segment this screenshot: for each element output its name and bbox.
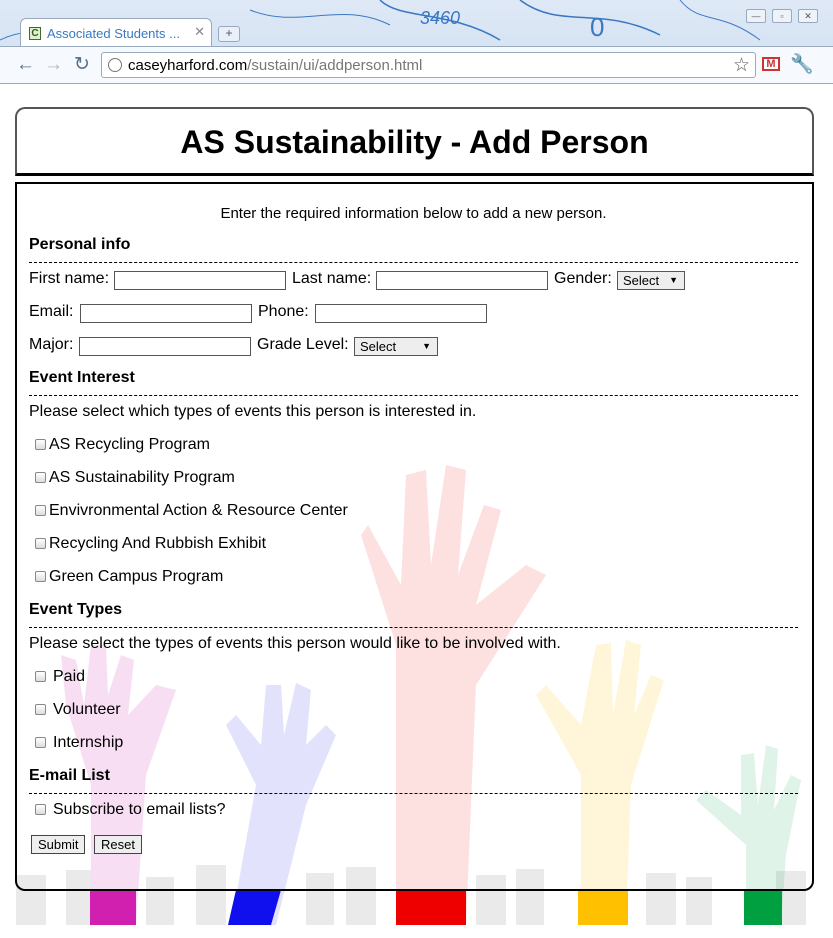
checkbox-label: Paid xyxy=(53,668,86,685)
phone-label: Phone: xyxy=(258,303,309,320)
back-icon[interactable]: ← xyxy=(16,55,35,75)
last-name-label: Last name: xyxy=(292,270,372,287)
dropdown-arrow-icon: ▼ xyxy=(669,275,678,285)
globe-icon xyxy=(108,58,122,72)
checkbox-label: Green Campus Program xyxy=(49,568,224,585)
svg-text:3460: 3460 xyxy=(420,8,460,28)
gender-select[interactable]: Select ▼ xyxy=(617,271,685,290)
checkbox-label: Recycling And Rubbish Exhibit xyxy=(49,535,267,552)
browser-toolbar: ← → ↻ caseyharford.com/sustain/ui/addper… xyxy=(0,46,833,83)
favicon-icon: C xyxy=(29,27,41,40)
browser-tab[interactable]: C Associated Students ... ✕ xyxy=(20,18,212,46)
checkbox-volunteer[interactable] xyxy=(35,704,46,715)
grade-level-select[interactable]: Select ▼ xyxy=(354,337,438,356)
checkbox-label: AS Sustainability Program xyxy=(49,469,235,486)
checkbox-label: AS Recycling Program xyxy=(49,436,210,453)
checkbox-action-resource-center[interactable] xyxy=(35,505,46,516)
divider xyxy=(29,395,798,396)
section-personal-info: Personal info xyxy=(29,236,131,253)
checkbox-label: Subscribe to email lists? xyxy=(53,801,226,818)
checkbox-sustainability-program[interactable] xyxy=(35,472,46,483)
section-email-list: E-mail List xyxy=(29,767,110,784)
checkbox-internship[interactable] xyxy=(35,737,46,748)
first-name-input[interactable] xyxy=(114,271,286,290)
intro-text: Enter the required information below to … xyxy=(220,205,607,222)
checkbox-label: Internship xyxy=(53,734,124,751)
email-input[interactable] xyxy=(80,304,252,323)
divider xyxy=(29,627,798,628)
tab-close-icon[interactable]: ✕ xyxy=(194,24,205,40)
event-types-description: Please select the types of events this p… xyxy=(29,635,561,652)
forward-icon[interactable]: → xyxy=(44,55,63,75)
checkbox-label: Envivronmental Action & Resource Center xyxy=(49,502,348,519)
browser-chrome: 3460 0 C Associated Students ... ✕ + — ▫… xyxy=(0,0,833,84)
url-text: caseyharford.com/sustain/ui/addperson.ht… xyxy=(128,57,423,74)
svg-text:0: 0 xyxy=(590,12,604,42)
star-icon[interactable]: ☆ xyxy=(733,54,750,77)
first-name-label: First name: xyxy=(29,270,110,287)
checkbox-subscribe[interactable] xyxy=(35,804,46,815)
page-content: AS Sustainability - Add Person Enter the… xyxy=(6,85,821,925)
checkbox-recycling-program[interactable] xyxy=(35,439,46,450)
grade-level-label: Grade Level: xyxy=(257,336,349,353)
grade-select-value: Select xyxy=(360,339,397,354)
email-label: Email: xyxy=(29,303,74,320)
divider xyxy=(29,262,798,263)
gmail-icon[interactable]: M xyxy=(762,57,780,71)
checkbox-label: Volunteer xyxy=(53,701,121,718)
gender-select-value: Select xyxy=(623,273,660,288)
maximize-icon[interactable]: ▫ xyxy=(772,9,792,23)
hand-color-band xyxy=(90,890,136,925)
window-close-icon[interactable]: ✕ xyxy=(798,9,818,23)
submit-button[interactable]: Submit xyxy=(31,835,86,854)
checkbox-paid[interactable] xyxy=(35,671,46,682)
address-bar[interactable]: caseyharford.com/sustain/ui/addperson.ht… xyxy=(101,52,756,78)
divider xyxy=(29,793,798,794)
wrench-icon[interactable]: 🔧 xyxy=(790,52,814,76)
tab-title: Associated Students ... xyxy=(47,26,180,41)
dropdown-arrow-icon: ▼ xyxy=(422,341,431,351)
last-name-input[interactable] xyxy=(376,271,548,290)
major-label: Major: xyxy=(29,336,74,353)
gender-label: Gender: xyxy=(554,270,612,287)
major-input[interactable] xyxy=(79,337,251,356)
reload-icon[interactable]: ↻ xyxy=(74,55,90,75)
minimize-icon[interactable]: — xyxy=(746,9,766,23)
page-title: AS Sustainability - Add Person xyxy=(180,124,649,160)
checkbox-green-campus[interactable] xyxy=(35,571,46,582)
phone-input[interactable] xyxy=(315,304,487,323)
reset-button[interactable]: Reset xyxy=(94,835,142,854)
header-box: AS Sustainability - Add Person xyxy=(15,107,814,176)
checkbox-rubbish-exhibit[interactable] xyxy=(35,538,46,549)
event-interest-description: Please select which types of events this… xyxy=(29,403,477,420)
new-tab-button[interactable]: + xyxy=(218,26,240,42)
section-event-types: Event Types xyxy=(29,601,123,618)
section-event-interest: Event Interest xyxy=(29,369,135,386)
